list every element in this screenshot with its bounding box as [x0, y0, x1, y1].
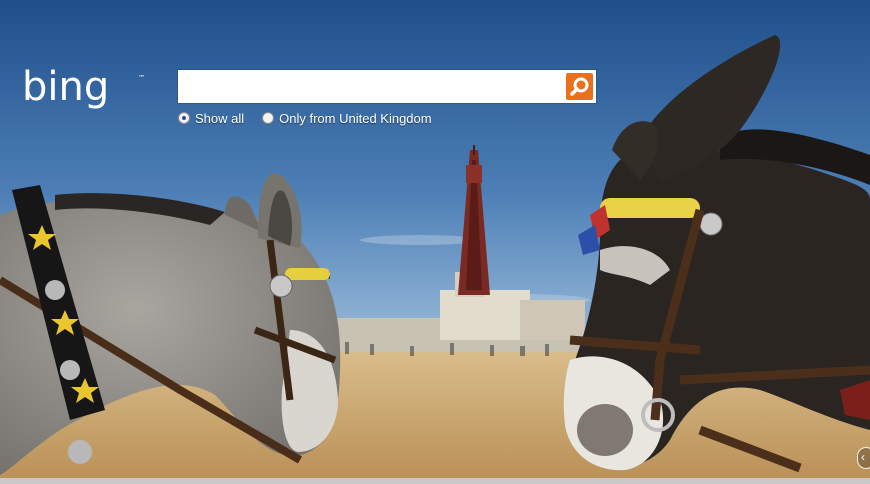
search-input[interactable] [178, 70, 562, 103]
scope-option-show-all[interactable]: Show all [178, 111, 244, 126]
previous-image-button[interactable]: ‹ [857, 447, 870, 469]
bing-logo[interactable]: bing ™ [22, 64, 148, 116]
scope-option-label: Only from United Kingdom [279, 110, 432, 126]
radio-uk-only[interactable] [262, 112, 275, 124]
scope-option-label: Show all [195, 110, 245, 126]
brand-wordmark: bing [22, 66, 109, 110]
radio-show-all[interactable] [178, 112, 190, 124]
search-box [178, 70, 596, 103]
brand-trademark: ™ [138, 74, 145, 82]
footer-strip [0, 478, 870, 484]
bing-logo-mark: bing ™ [22, 64, 145, 110]
scope-option-uk-only[interactable]: Only from United Kingdom [262, 110, 432, 126]
search-button[interactable] [566, 73, 593, 100]
magnifier-icon [570, 77, 589, 96]
chevron-left-icon: ‹ [861, 450, 865, 464]
search-scope-options: Show all Only from United Kingdom [178, 109, 450, 127]
